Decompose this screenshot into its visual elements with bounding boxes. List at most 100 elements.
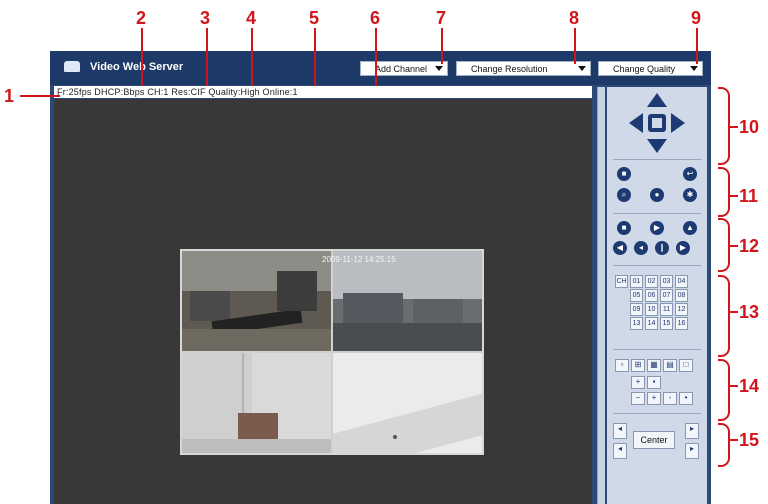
callout-13: 13 xyxy=(739,302,760,322)
callout-15: 15 xyxy=(739,430,760,450)
record-button[interactable]: ● xyxy=(650,188,664,202)
layout-9-button[interactable]: ▦ xyxy=(647,359,661,372)
minus-icon: − xyxy=(635,393,641,402)
channel-button-01[interactable]: 01 xyxy=(630,275,643,288)
channel-button-07[interactable]: 07 xyxy=(660,289,673,302)
callout-2-line xyxy=(141,28,143,86)
ptz-left-arrow-icon[interactable] xyxy=(629,113,643,133)
change-quality-label: Change Quality xyxy=(613,64,676,74)
center-button[interactable]: Center xyxy=(633,431,675,449)
back-button[interactable]: ↩ xyxy=(683,167,697,181)
video-viewer[interactable]: 2009-11-12 14:25:15 xyxy=(54,99,592,504)
iris-open-button[interactable]: ◦ xyxy=(663,392,677,405)
change-resolution-label: Change Resolution xyxy=(471,64,548,74)
eject-icon: ▲ xyxy=(686,223,694,232)
play-button[interactable]: ▶ xyxy=(650,221,664,235)
channel-button-08[interactable]: 08 xyxy=(675,289,688,302)
app-logo-icon xyxy=(64,61,80,72)
focus-far-button[interactable]: + xyxy=(647,392,661,405)
callout-7-line xyxy=(441,28,443,64)
focus-near-button[interactable]: − xyxy=(631,392,645,405)
channel-button-06[interactable]: 06 xyxy=(645,289,658,302)
channel-button-03[interactable]: 03 xyxy=(660,275,673,288)
channel-button-12[interactable]: 12 xyxy=(675,303,688,316)
ptz-home-icon xyxy=(652,118,662,128)
callout-12-tick xyxy=(728,245,738,247)
channel-button-14[interactable]: 14 xyxy=(645,317,658,330)
next-button[interactable]: ▸ xyxy=(685,423,699,439)
channel-button-02[interactable]: 02 xyxy=(645,275,658,288)
next-page-button[interactable]: ▸ xyxy=(685,443,699,459)
stop-icon: ■ xyxy=(621,223,627,232)
video-web-server-window: Video Web Server Add Channel Change Reso… xyxy=(50,51,711,504)
dropdown-arrow-icon xyxy=(690,66,698,71)
channel-button-10[interactable]: 10 xyxy=(645,303,658,316)
prev-page-button[interactable]: ◂ xyxy=(613,443,627,459)
layout-1-button[interactable]: ▫ xyxy=(615,359,629,372)
single-view-icon: ▫ xyxy=(620,360,624,369)
ptz-down-arrow-icon[interactable] xyxy=(647,139,667,153)
channel-button-16[interactable]: 16 xyxy=(675,317,688,330)
channel-button-09[interactable]: 09 xyxy=(630,303,643,316)
channel-button-05[interactable]: 05 xyxy=(630,289,643,302)
layout-16-button[interactable]: ▤ xyxy=(663,359,677,372)
callout-9-line xyxy=(696,28,698,64)
return-icon: ↩ xyxy=(686,169,694,178)
channel-button-15[interactable]: 15 xyxy=(660,317,673,330)
callout-5-line xyxy=(314,28,316,86)
callout-10-tick xyxy=(728,126,738,128)
prev-page-icon: ◂ xyxy=(617,444,622,453)
channel-button-04[interactable]: 04 xyxy=(675,275,688,288)
iris-icon: ◦ xyxy=(668,393,672,402)
callout-4: 4 xyxy=(246,8,257,28)
stop-button[interactable]: ■ xyxy=(617,221,631,235)
callout-1: 1 xyxy=(4,86,15,106)
callout-15-tick xyxy=(728,439,738,441)
change-resolution-button[interactable]: Change Resolution xyxy=(456,61,591,76)
settings-button[interactable]: ✱ xyxy=(683,188,697,202)
panel-divider xyxy=(613,213,701,214)
channel-button-11[interactable]: 11 xyxy=(660,303,673,316)
next-page-icon: ▸ xyxy=(689,444,694,453)
iris-close-icon: • xyxy=(684,393,688,402)
video-frame[interactable]: 2009-11-12 14:25:15 xyxy=(180,249,484,455)
add-channel-button[interactable]: Add Channel xyxy=(360,61,448,76)
callout-1-line xyxy=(20,95,60,97)
iris-close-button[interactable]: • xyxy=(679,392,693,405)
prev-button[interactable]: ◂ xyxy=(613,423,627,439)
snapshot-button[interactable]: ■ xyxy=(617,167,631,181)
change-quality-button[interactable]: Change Quality xyxy=(598,61,703,76)
callout-11-tick xyxy=(728,195,738,197)
forward-button[interactable]: ▶ xyxy=(676,241,690,255)
layout-4-button[interactable]: ⊞ xyxy=(631,359,645,372)
vertical-scrollbar[interactable] xyxy=(597,87,605,504)
camera-view-1[interactable] xyxy=(182,251,331,351)
step-back-icon: ◂ xyxy=(638,243,643,252)
channel-button-13[interactable]: 13 xyxy=(630,317,643,330)
camera-view-3[interactable] xyxy=(182,353,331,453)
rewind-button[interactable]: ◀ xyxy=(613,241,627,255)
title-bar: Video Web Server Add Channel Change Reso… xyxy=(50,51,711,85)
fullscreen-button[interactable]: □ xyxy=(679,359,693,372)
zoom-out-button[interactable]: ▪ xyxy=(647,376,661,389)
pause-button[interactable]: ∥ xyxy=(655,241,669,255)
callout-9: 9 xyxy=(691,8,702,28)
channel-all-button[interactable]: CH xyxy=(615,275,628,288)
fullscreen-icon: □ xyxy=(683,360,689,369)
camera-view-4[interactable] xyxy=(333,353,482,453)
search-button[interactable]: ⌕ xyxy=(617,188,631,202)
callout-5: 5 xyxy=(309,8,320,28)
ptz-right-arrow-icon[interactable] xyxy=(671,113,685,133)
callout-12: 12 xyxy=(739,236,760,256)
camera-view-2[interactable] xyxy=(333,251,482,351)
callout-14-tick xyxy=(728,385,738,387)
video-timestamp: 2009-11-12 14:25:15 xyxy=(322,255,396,264)
plus-icon: + xyxy=(651,393,657,402)
ptz-up-arrow-icon[interactable] xyxy=(647,93,667,107)
step-back-button[interactable]: ◂ xyxy=(634,241,648,255)
eject-button[interactable]: ▲ xyxy=(683,221,697,235)
split-divider-h xyxy=(182,351,482,353)
callout-14: 14 xyxy=(739,376,760,396)
ptz-direction-pad[interactable] xyxy=(623,91,691,155)
zoom-in-button[interactable]: + xyxy=(631,376,645,389)
